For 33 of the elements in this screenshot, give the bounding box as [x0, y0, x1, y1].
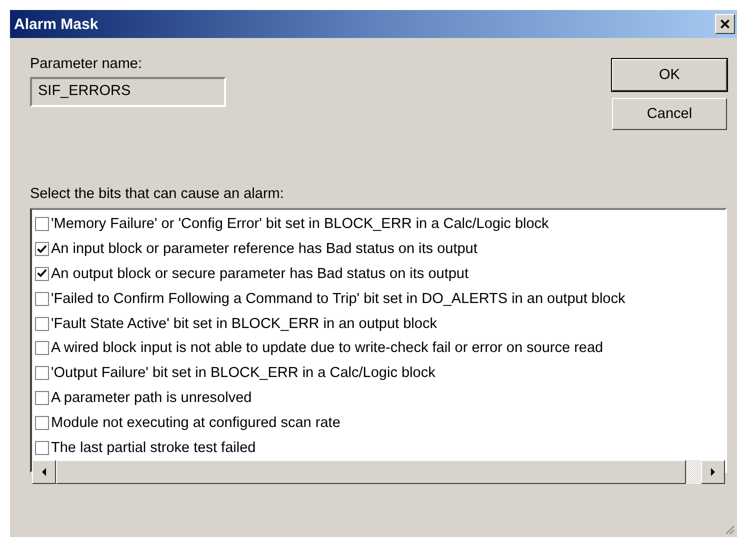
close-button[interactable]: × [715, 14, 735, 34]
checkbox[interactable] [35, 416, 49, 430]
right-arrow-icon [709, 466, 717, 477]
resize-grip-icon[interactable] [723, 523, 735, 535]
option-label[interactable]: Module not executing at configured scan rate [51, 414, 340, 431]
dialog-button[interactable]: OK [612, 59, 727, 91]
option-label[interactable]: 'Output Failure' bit set in BLOCK_ERR in a Calc/Logic block [51, 365, 436, 382]
checkbox[interactable] [35, 242, 49, 256]
checkbox[interactable] [35, 341, 49, 356]
option-label[interactable]: 'Failed to Confirm Following a Command to Trip' bit set in DO_ALERTS in an output block [51, 290, 626, 307]
option-label[interactable]: 'Fault State Active' bit set in BLOCK_ERR in an output block [51, 316, 437, 332]
checkbox[interactable] [35, 217, 49, 232]
window-title: Alarm Mask [14, 16, 98, 32]
option-label[interactable]: An input block or parameter reference has Bad status on its output [51, 241, 478, 258]
checkbox[interactable] [35, 292, 49, 306]
option-label[interactable]: 'Memory Failure' or 'Config Error' bit set in BLOCK_ERR in a Calc/Logic block [51, 216, 549, 232]
option-label[interactable]: A parameter path is unresolved [51, 390, 252, 406]
scroll-left-button[interactable] [32, 460, 56, 484]
scroll-track[interactable] [686, 460, 701, 484]
parameter-field[interactable]: SIF_ERRORS [30, 77, 226, 107]
scroll-right-button[interactable] [701, 460, 725, 484]
checkbox[interactable] [35, 440, 49, 455]
option-label[interactable]: An output block or secure parameter has Bad status on its output [51, 266, 469, 282]
checkbox[interactable] [35, 316, 49, 331]
option-label[interactable]: The last partial stroke test failed [51, 440, 256, 456]
dialog-button[interactable]: Cancel [612, 98, 727, 130]
bits-label: Select the bits that can cause an alarm: [30, 186, 285, 202]
checkbox[interactable] [35, 266, 49, 281]
checkbox[interactable] [35, 366, 49, 380]
left-arrow-icon [40, 466, 48, 477]
parameter-label: Parameter name: [30, 56, 144, 72]
checkbox[interactable] [35, 390, 49, 405]
option-label[interactable]: A wired block input is not able to update due to write-check fail or error on source read [51, 340, 604, 356]
